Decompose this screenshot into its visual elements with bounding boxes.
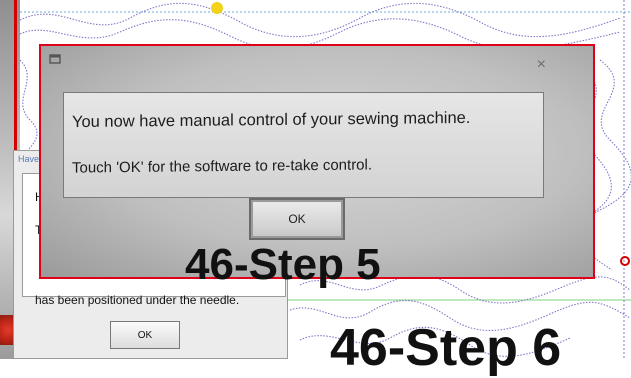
- app-icon: [49, 54, 61, 64]
- back-dialog-position-text: has been positioned under the needle.: [35, 293, 240, 307]
- manual-control-message: You now have manual control of your sewi…: [72, 108, 471, 132]
- back-dialog-title: Have: [18, 154, 40, 164]
- position-marker-dot: [211, 2, 223, 14]
- red-ring-marker: [620, 256, 630, 266]
- retake-control-message: Touch 'OK' for the software to re-take c…: [72, 156, 373, 177]
- close-icon[interactable]: ×: [537, 56, 546, 74]
- next-step-caption: 46-Step 6: [330, 319, 562, 377]
- step-caption: 46-Step 5: [185, 240, 381, 289]
- message-panel: You now have manual control of your sewi…: [63, 92, 544, 198]
- back-dialog-ok-button[interactable]: OK: [110, 321, 180, 349]
- ok-button[interactable]: OK: [249, 198, 345, 240]
